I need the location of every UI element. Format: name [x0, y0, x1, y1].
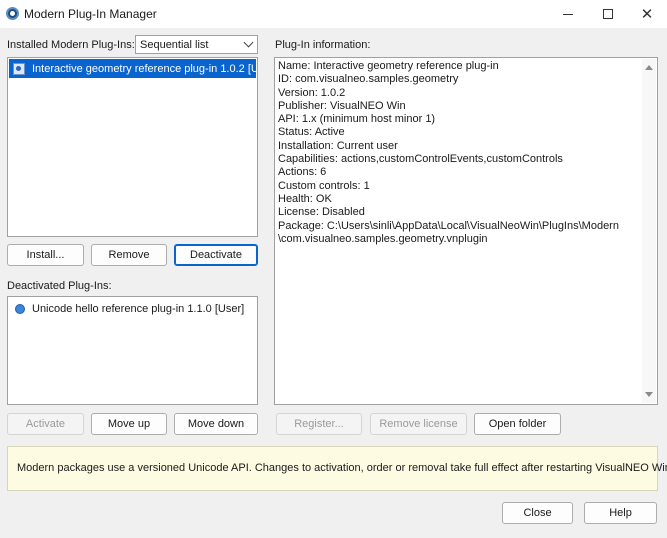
plugin-icon — [13, 62, 25, 75]
deactivated-plugins-label: Deactivated Plug-Ins: — [7, 280, 112, 292]
info-line: Publisher: VisualNEO Win — [278, 99, 406, 112]
info-line: Actions: 6 — [278, 166, 327, 179]
list-item[interactable]: Unicode hello reference plug-in 1.1.0 [U… — [9, 299, 256, 318]
title-bar: Modern Plug-In Manager ✕ — [0, 0, 667, 28]
move-up-button[interactable]: Move up — [91, 413, 167, 435]
info-line: Custom controls: 1 — [278, 179, 370, 192]
scroll-down-icon[interactable] — [645, 392, 653, 397]
close-window-button[interactable]: ✕ — [624, 0, 667, 28]
remove-license-button[interactable]: Remove license — [370, 413, 467, 435]
info-line: API: 1.x (minimum host minor 1) — [278, 113, 436, 126]
list-item-label: Interactive geometry reference plug-in 1… — [32, 62, 256, 75]
view-mode-select[interactable]: Sequential list — [135, 35, 258, 54]
info-line: Installation: Current user — [278, 139, 398, 152]
vertical-scrollbar[interactable] — [642, 59, 656, 403]
move-down-button[interactable]: Move down — [174, 413, 258, 435]
minimize-icon — [563, 13, 573, 15]
plugin-info-text: Name: Interactive geometry reference plu… — [278, 60, 638, 246]
deactivated-plugins-list[interactable]: Unicode hello reference plug-in 1.1.0 [U… — [7, 296, 258, 405]
deactivate-button[interactable]: Deactivate — [174, 244, 258, 266]
list-item[interactable]: Interactive geometry reference plug-in 1… — [9, 59, 256, 78]
restart-notice-text: Modern packages use a versioned Unicode … — [17, 462, 667, 474]
info-line: Version: 1.0.2 — [278, 86, 346, 99]
info-line: Package: C:\Users\sinli\AppData\Local\Vi… — [278, 219, 619, 232]
installed-plugins-list[interactable]: Interactive geometry reference plug-in 1… — [7, 57, 258, 237]
list-item-label: Unicode hello reference plug-in 1.1.0 [U… — [32, 302, 245, 315]
install-button[interactable]: Install... — [7, 244, 84, 266]
help-button[interactable]: Help — [584, 502, 657, 524]
window-title: Modern Plug-In Manager — [24, 7, 157, 21]
chevron-down-icon — [243, 37, 254, 48]
info-line: Name: Interactive geometry reference plu… — [278, 60, 499, 72]
register-button[interactable]: Register... — [276, 413, 362, 435]
info-line: Status: Active — [278, 126, 345, 139]
remove-button[interactable]: Remove — [91, 244, 167, 266]
maximize-icon — [603, 9, 613, 19]
info-line: ID: com.visualneo.samples.geometry — [278, 73, 459, 86]
app-icon — [6, 7, 19, 20]
info-line: License: Disabled — [278, 206, 365, 219]
close-button[interactable]: Close — [502, 502, 573, 524]
info-line: Health: OK — [278, 192, 332, 205]
info-line: \com.visualneo.samples.geometry.vnplugin — [278, 232, 488, 245]
plugin-info-textbox[interactable]: Name: Interactive geometry reference plu… — [274, 57, 658, 405]
installed-plugins-label: Installed Modern Plug-Ins: — [7, 39, 135, 51]
scroll-up-icon[interactable] — [645, 65, 653, 70]
close-icon: ✕ — [640, 4, 654, 23]
plugin-info-label: Plug-In information: — [275, 39, 371, 51]
restart-notice: Modern packages use a versioned Unicode … — [7, 446, 667, 491]
plugin-icon — [15, 303, 25, 314]
activate-button[interactable]: Activate — [7, 413, 84, 435]
view-mode-value: Sequential list — [140, 39, 209, 51]
info-line: Capabilities: actions,customControlEvent… — [278, 153, 563, 166]
open-folder-button[interactable]: Open folder — [474, 413, 561, 435]
